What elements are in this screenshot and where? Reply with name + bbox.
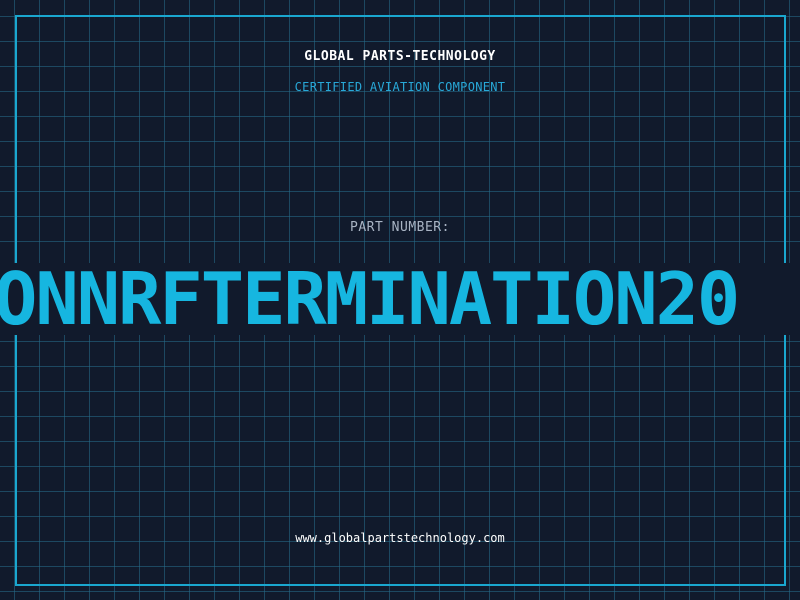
part-number-label: PART NUMBER: — [350, 220, 450, 235]
company-name: GLOBAL PARTS-TECHNOLOGY — [304, 49, 496, 64]
part-number-band: ONNRFTERMINATION20 — [0, 263, 800, 335]
certification-subtitle: CERTIFIED AVIATION COMPONENT — [294, 80, 506, 94]
part-number-value: ONNRFTERMINATION20 — [0, 263, 740, 335]
website-url: www.globalpartstechnology.com — [295, 531, 505, 545]
